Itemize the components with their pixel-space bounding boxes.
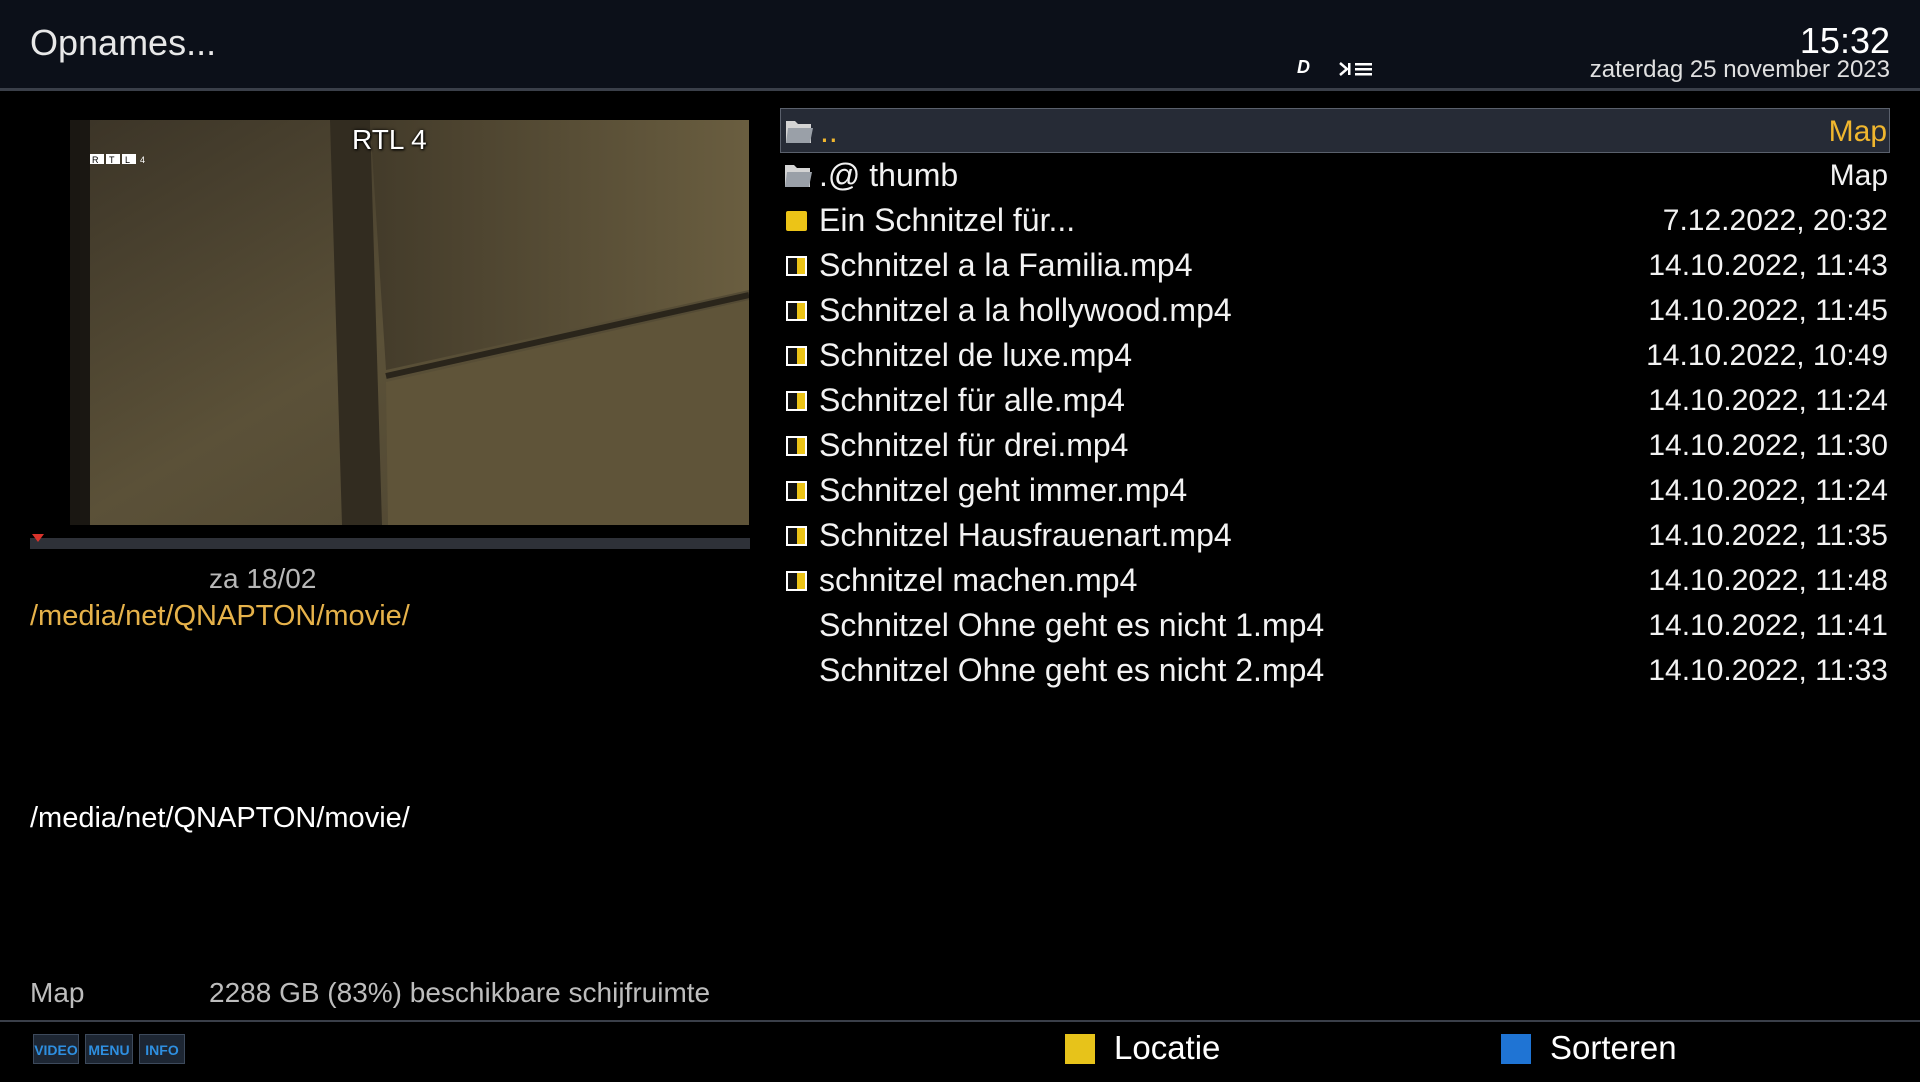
list-item[interactable]: Schnitzel a la hollywood.mp4 14.10.2022, … [780,288,1890,333]
list-item-meta: Map [1828,115,1887,148]
yellow-key-icon[interactable] [1065,1034,1095,1064]
list-item-name: Schnitzel Ohne geht es nicht 1.mp4 [819,607,1325,643]
list-item[interactable]: Schnitzel Ohne geht es nicht 1.mp4 14.10.… [780,603,1890,648]
blue-key-label[interactable]: Sorteren [1550,1029,1677,1067]
list-item-name: Schnitzel geht immer.mp4 [819,472,1188,508]
partially-watched-icon [783,288,813,333]
partially-watched-icon [783,333,813,378]
list-item-meta: Map [1829,159,1888,192]
list-item-meta: 14.10.2022, 11:45 [1648,294,1888,327]
svg-text:4: 4 [140,155,145,165]
list-item[interactable]: Schnitzel Ohne geht es nicht 2.mp4 14.10.… [780,648,1890,693]
progress-marker-icon [32,534,44,542]
skip-list-icon [1339,62,1372,76]
list-item[interactable]: schnitzel machen.mp4 14.10.2022, 11:48 [780,558,1890,603]
folder-icon [784,109,814,154]
list-item[interactable]: Schnitzel für alle.mp4 14.10.2022, 11:24 [780,378,1890,423]
screen-title: Opnames... [30,22,217,63]
list-item-name: schnitzel machen.mp4 [819,562,1138,598]
list-item-name: Schnitzel für drei.mp4 [819,427,1129,463]
list-item-meta: 14.10.2022, 11:35 [1648,519,1888,552]
item-type-label: Map [30,977,85,1008]
list-item[interactable]: .. Map [780,108,1890,153]
list-item[interactable]: Schnitzel Hausfrauenart.mp4 14.10.2022, 1… [780,513,1890,558]
channel-logo: R T L 4 [90,154,145,165]
unwatched-icon [783,198,813,243]
channel-name: RTL 4 [352,124,427,155]
preview-image [70,120,749,525]
list-item-name: Schnitzel Hausfrauenart.mp4 [819,517,1232,553]
list-item-meta: 7.12.2022, 20:32 [1662,204,1888,237]
svg-text:L: L [125,155,130,165]
list-item-meta: 14.10.2022, 11:41 [1648,609,1888,642]
partially-watched-icon [783,378,813,423]
partially-watched-icon [783,558,813,603]
list-item-meta: 14.10.2022, 11:43 [1648,249,1888,282]
info-key-badge[interactable]: INFO [139,1034,185,1064]
list-item[interactable]: Schnitzel geht immer.mp4 14.10.2022, 11:2… [780,468,1890,513]
playback-progress-bar [30,538,750,549]
list-item-name: Schnitzel Ohne geht es nicht 2.mp4 [819,652,1325,688]
list-item[interactable]: Schnitzel a la Familia.mp4 14.10.2022, 11… [780,243,1890,288]
blue-key-icon[interactable] [1501,1034,1531,1064]
partially-watched-icon [783,513,813,558]
partially-watched-icon [783,243,813,288]
video-preview [70,120,749,525]
list-item-name: Schnitzel a la Familia.mp4 [819,247,1193,283]
video-key-badge[interactable]: VIDEO [33,1034,79,1064]
list-item-meta: 14.10.2022, 11:24 [1648,384,1888,417]
svg-text:R: R [92,155,99,165]
current-path-highlight: /media/net/QNAPTON/movie/ [30,600,410,632]
dolby-icon: D [1297,57,1310,77]
list-item-name: .@ thumb [819,157,959,193]
list-item-meta: 14.10.2022, 11:30 [1648,429,1888,462]
list-item[interactable]: Schnitzel für drei.mp4 14.10.2022, 11:30 [780,423,1890,468]
folder-icon [783,153,813,198]
recording-date: za 18/02 [209,563,317,594]
svg-text:T: T [109,155,115,165]
recordings-list[interactable]: .. Map .@ thumb Map Ein Schnitzel für... 7.12… [780,108,1890,693]
partially-watched-icon [783,468,813,513]
list-item-name: Schnitzel de luxe.mp4 [819,337,1133,373]
yellow-key-label[interactable]: Locatie [1114,1029,1220,1067]
current-path: /media/net/QNAPTON/movie/ [30,802,410,834]
list-item-name: Schnitzel für alle.mp4 [819,382,1125,418]
date: zaterdag 25 november 2023 [1589,56,1890,83]
list-item[interactable]: Ein Schnitzel für... 7.12.2022, 20:32 [780,198,1890,243]
list-item-meta: 14.10.2022, 11:48 [1648,564,1888,597]
preview-letterbox [30,120,70,525]
list-item-name: .. [820,113,838,149]
list-item-meta: 14.10.2022, 11:24 [1648,474,1888,507]
list-item[interactable]: Schnitzel de luxe.mp4 14.10.2022, 10:49 [780,333,1890,378]
list-item-name: Schnitzel a la hollywood.mp4 [819,292,1232,328]
list-item-meta: 14.10.2022, 10:49 [1646,339,1888,372]
list-item-meta: 14.10.2022, 11:33 [1648,654,1888,687]
partially-watched-icon [783,423,813,468]
free-space-info: 2288 GB (83%) beschikbare schijfruimte [209,977,711,1008]
header-bar: Opnames... D 15:32 zaterdag 25 november … [0,0,1920,91]
menu-key-badge[interactable]: MENU [85,1034,133,1064]
list-item-name: Ein Schnitzel für... [819,202,1076,238]
list-item[interactable]: .@ thumb Map [780,153,1890,198]
